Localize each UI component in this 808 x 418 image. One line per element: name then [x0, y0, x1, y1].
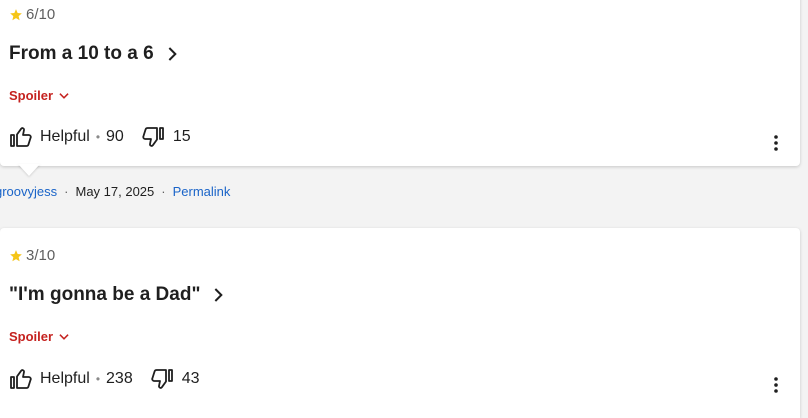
review-title: "I'm gonna be a Dad" [9, 284, 201, 305]
helpful-count: 90 [106, 128, 124, 145]
more-options-button[interactable] [768, 131, 784, 155]
review-title: From a 10 to a 6 [9, 43, 154, 64]
review-title-link[interactable]: From a 10 to a 6 [9, 43, 180, 65]
helpful-count: 238 [106, 370, 133, 387]
thumb-up-icon [10, 127, 32, 147]
spoiler-label: Spoiler [9, 329, 54, 344]
more-vertical-icon [774, 377, 778, 393]
vote-bar: Helpful • 238 43 [9, 367, 200, 391]
review-date: May 17, 2025 [75, 184, 155, 199]
not-helpful-button[interactable]: 43 [150, 367, 200, 391]
vote-bar: Helpful • 90 15 [9, 125, 191, 149]
review-rating: 3/10 [9, 247, 55, 264]
thumb-down-icon [142, 127, 164, 147]
not-helpful-count: 43 [181, 370, 200, 387]
thumb-down-icon [151, 369, 173, 389]
card-pointer [18, 164, 40, 176]
meta-separator: · [64, 184, 69, 199]
not-helpful-button[interactable]: 15 [141, 125, 191, 149]
review-meta: groovyjess · May 17, 2025 · Permalink [0, 184, 230, 199]
rating-value: 6/10 [26, 6, 56, 23]
review-card: 3/10 "I'm gonna be a Dad" Spoiler Helpfu… [0, 228, 800, 418]
separator-dot: • [95, 372, 101, 386]
spoiler-toggle[interactable]: Spoiler [9, 88, 71, 103]
star-icon [10, 249, 22, 261]
review-title-link[interactable]: "I'm gonna be a Dad" [9, 284, 226, 306]
star-icon [10, 8, 22, 20]
permalink[interactable]: Permalink [173, 184, 231, 199]
thumb-up-icon [10, 369, 32, 389]
chevron-down-icon [59, 92, 69, 99]
review-rating: 6/10 [9, 6, 55, 23]
more-vertical-icon [774, 135, 778, 151]
helpful-label: Helpful [40, 370, 90, 387]
rating-value: 3/10 [26, 247, 56, 264]
spoiler-toggle[interactable]: Spoiler [9, 329, 71, 344]
chevron-down-icon [59, 333, 69, 340]
more-options-button[interactable] [768, 373, 784, 397]
spoiler-label: Spoiler [9, 88, 54, 103]
review-card: 6/10 From a 10 to a 6 Spoiler Helpful • … [0, 0, 800, 166]
separator-dot: • [95, 130, 101, 144]
meta-separator: · [161, 184, 166, 199]
author-link[interactable]: groovyjess [0, 184, 57, 199]
helpful-button[interactable]: Helpful • 238 [9, 367, 133, 391]
not-helpful-count: 15 [172, 128, 191, 145]
chevron-right-icon [168, 47, 177, 61]
helpful-label: Helpful [40, 128, 90, 145]
chevron-right-icon [215, 288, 224, 302]
helpful-button[interactable]: Helpful • 90 [9, 125, 124, 149]
